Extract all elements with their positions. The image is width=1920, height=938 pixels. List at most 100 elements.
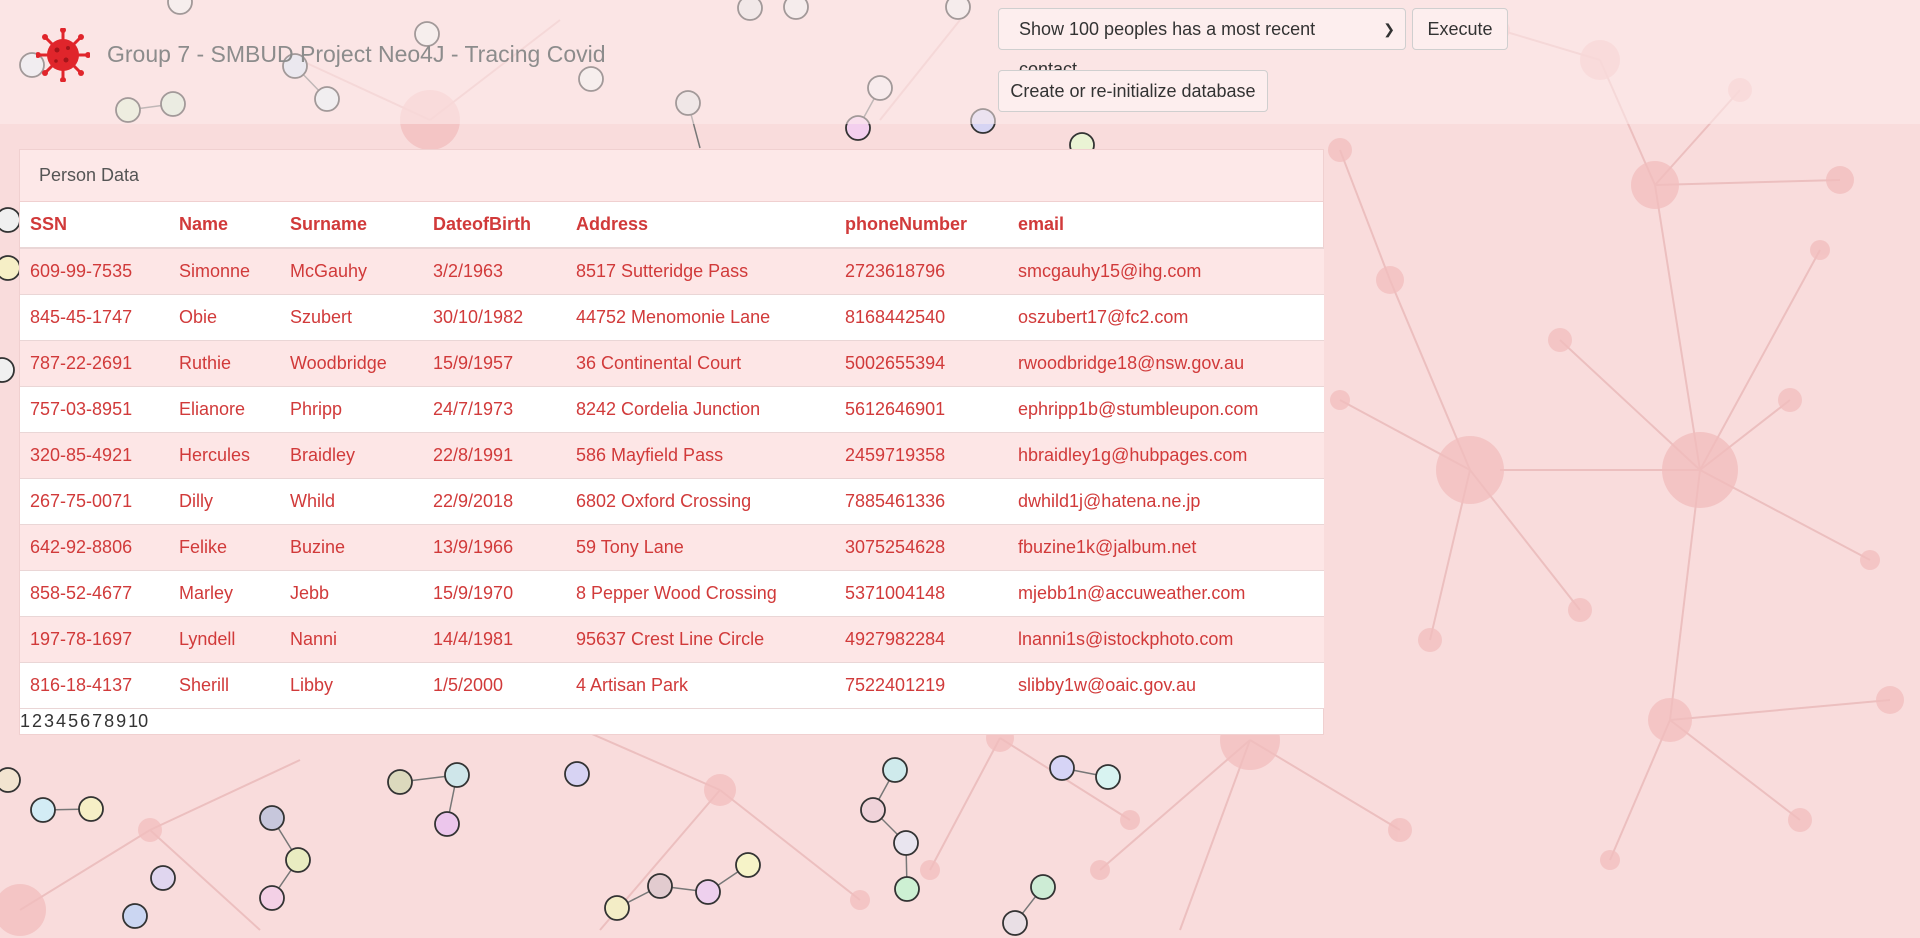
table-row[interactable]: 642-92-8806 Felike Buzine 13/9/1966 59 Tony …	[20, 524, 1324, 570]
cell-surname: Jebb	[290, 582, 330, 603]
table-header-row: SSN Name Surname DateofBirth Address pho…	[20, 202, 1324, 249]
cell-dateofbirth: 22/9/2018	[433, 490, 514, 511]
panel-title: Person Data	[20, 150, 1323, 202]
cell-phonenumber: 7885461336	[845, 490, 946, 511]
cell-email: smcgauhy15@ihg.com	[1018, 260, 1202, 281]
cell-surname: Libby	[290, 674, 334, 695]
cell-surname: Braidley	[290, 444, 356, 465]
cell-address: 6802 Oxford Crossing	[576, 490, 752, 511]
cell-ssn: 642-92-8806	[30, 536, 133, 557]
column-header-dateofbirth[interactable]: DateofBirth	[423, 202, 566, 249]
cell-address: 8242 Cordelia Junction	[576, 398, 761, 419]
page-link[interactable]: 3	[44, 711, 54, 731]
page-link[interactable]: 4	[56, 711, 66, 731]
cell-surname: Phripp	[290, 398, 343, 419]
cell-name: Obie	[179, 306, 218, 327]
page-link[interactable]: 6	[80, 711, 90, 731]
cell-name: Marley	[179, 582, 234, 603]
page-link[interactable]: 5	[68, 711, 78, 731]
cell-name: Ruthie	[179, 352, 232, 373]
cell-surname: Woodbridge	[290, 352, 387, 373]
query-select[interactable]: Show 100 peoples has a most recent conta…	[998, 8, 1406, 79]
cell-surname: McGauhy	[290, 260, 368, 281]
cell-dateofbirth: 15/9/1957	[433, 352, 514, 373]
cell-address: 8517 Sutteridge Pass	[576, 260, 749, 281]
cell-phonenumber: 3075254628	[845, 536, 946, 557]
cell-email: mjebb1n@accuweather.com	[1018, 582, 1246, 603]
column-header-surname[interactable]: Surname	[280, 202, 423, 249]
person-table: SSN Name Surname DateofBirth Address pho…	[20, 202, 1324, 709]
cell-ssn: 858-52-4677	[30, 582, 133, 603]
cell-surname: Whild	[290, 490, 336, 511]
cell-surname: Nanni	[290, 628, 338, 649]
cell-phonenumber: 5612646901	[845, 398, 946, 419]
cell-email: slibby1w@oaic.gov.au	[1018, 674, 1197, 695]
cell-dateofbirth: 30/10/1982	[433, 306, 524, 327]
person-data-panel: Person Data SSN Name Surname DateofBirth…	[19, 149, 1324, 735]
cell-email: lnanni1s@istockphoto.com	[1018, 628, 1234, 649]
page-link[interactable]: 8	[104, 711, 114, 731]
page-link[interactable]: 9	[116, 711, 126, 731]
column-header-name[interactable]: Name	[169, 202, 280, 249]
cell-name: Sherill	[179, 674, 230, 695]
cell-email: oszubert17@fc2.com	[1018, 306, 1189, 327]
cell-phonenumber: 7522401219	[845, 674, 946, 695]
cell-surname: Buzine	[290, 536, 346, 557]
column-header-phonenumber[interactable]: phoneNumber	[835, 202, 1008, 249]
cell-address: 36 Continental Court	[576, 352, 742, 373]
cell-dateofbirth: 15/9/1970	[433, 582, 514, 603]
cell-ssn: 816-18-4137	[30, 674, 133, 695]
cell-phonenumber: 5002655394	[845, 352, 946, 373]
cell-surname: Szubert	[290, 306, 353, 327]
page-link[interactable]: 7	[92, 711, 102, 731]
table-body: 609-99-7535 Simonne McGauhy 3/2/1963 8517 Su…	[20, 248, 1324, 708]
column-header-address[interactable]: Address	[566, 202, 835, 249]
cell-ssn: 757-03-8951	[30, 398, 133, 419]
table-row[interactable]: 197-78-1697 Lyndell Nanni 14/4/1981 95637 Cr…	[20, 616, 1324, 662]
page-link[interactable]: 2	[32, 711, 42, 731]
chevron-down-icon: ❯	[1383, 21, 1395, 37]
table-row[interactable]: 787-22-2691 Ruthie Woodbridge 15/9/1957 36 C…	[20, 340, 1324, 386]
init-database-button[interactable]: Create or re-initialize database	[998, 70, 1268, 112]
cell-address: 44752 Menomonie Lane	[576, 306, 771, 327]
cell-address: 586 Mayfield Pass	[576, 444, 724, 465]
cell-phonenumber: 8168442540	[845, 306, 946, 327]
table-row[interactable]: 816-18-4137 Sherill Libby 1/5/2000 4 Artisan…	[20, 662, 1324, 708]
column-header-email[interactable]: email	[1008, 202, 1324, 249]
cell-ssn: 609-99-7535	[30, 260, 133, 281]
cell-phonenumber: 5371004148	[845, 582, 946, 603]
cell-dateofbirth: 13/9/1966	[433, 536, 514, 557]
cell-ssn: 197-78-1697	[30, 628, 133, 649]
table-row[interactable]: 757-03-8951 Elianore Phripp 24/7/1973 8242 C…	[20, 386, 1324, 432]
cell-dateofbirth: 22/8/1991	[433, 444, 514, 465]
cell-email: fbuzine1k@jalbum.net	[1018, 536, 1197, 557]
table-row[interactable]: 609-99-7535 Simonne McGauhy 3/2/1963 8517 Su…	[20, 248, 1324, 294]
cell-email: rwoodbridge18@nsw.gov.au	[1018, 352, 1245, 373]
cell-phonenumber: 2459719358	[845, 444, 946, 465]
cell-address: 8 Pepper Wood Crossing	[576, 582, 777, 603]
cell-email: dwhild1j@hatena.ne.jp	[1018, 490, 1201, 511]
cell-email: ephripp1b@stumbleupon.com	[1018, 398, 1259, 419]
table-row[interactable]: 267-75-0071 Dilly Whild 22/9/2018 6802 Oxfor…	[20, 478, 1324, 524]
cell-name: Hercules	[179, 444, 251, 465]
app-title: Group 7 - SMBUD Project Neo4J - Tracing …	[107, 41, 606, 67]
table-row[interactable]: 320-85-4921 Hercules Braidley 22/8/1991 586 …	[20, 432, 1324, 478]
execute-button[interactable]: Execute	[1412, 8, 1508, 50]
cell-ssn: 845-45-1747	[30, 306, 133, 327]
table-row[interactable]: 845-45-1747 Obie Szubert 30/10/1982 44752 Me…	[20, 294, 1324, 340]
pagination: 1 2 3 4 5 6 7 8 9 10	[20, 711, 150, 732]
cell-dateofbirth: 3/2/1963	[433, 260, 504, 281]
cell-phonenumber: 4927982284	[845, 628, 946, 649]
table-row[interactable]: 858-52-4677 Marley Jebb 15/9/1970 8 Pepper W…	[20, 570, 1324, 616]
virus-icon	[36, 28, 90, 82]
page-link[interactable]: 10	[128, 711, 148, 731]
cell-dateofbirth: 14/4/1981	[433, 628, 514, 649]
page-link[interactable]: 1	[20, 711, 30, 731]
column-header-ssn[interactable]: SSN	[20, 202, 169, 249]
cell-ssn: 267-75-0071	[30, 490, 133, 511]
cell-name: Lyndell	[179, 628, 236, 649]
cell-address: 95637 Crest Line Circle	[576, 628, 765, 649]
cell-dateofbirth: 1/5/2000	[433, 674, 504, 695]
cell-email: hbraidley1g@hubpages.com	[1018, 444, 1248, 465]
cell-name: Dilly	[179, 490, 213, 511]
